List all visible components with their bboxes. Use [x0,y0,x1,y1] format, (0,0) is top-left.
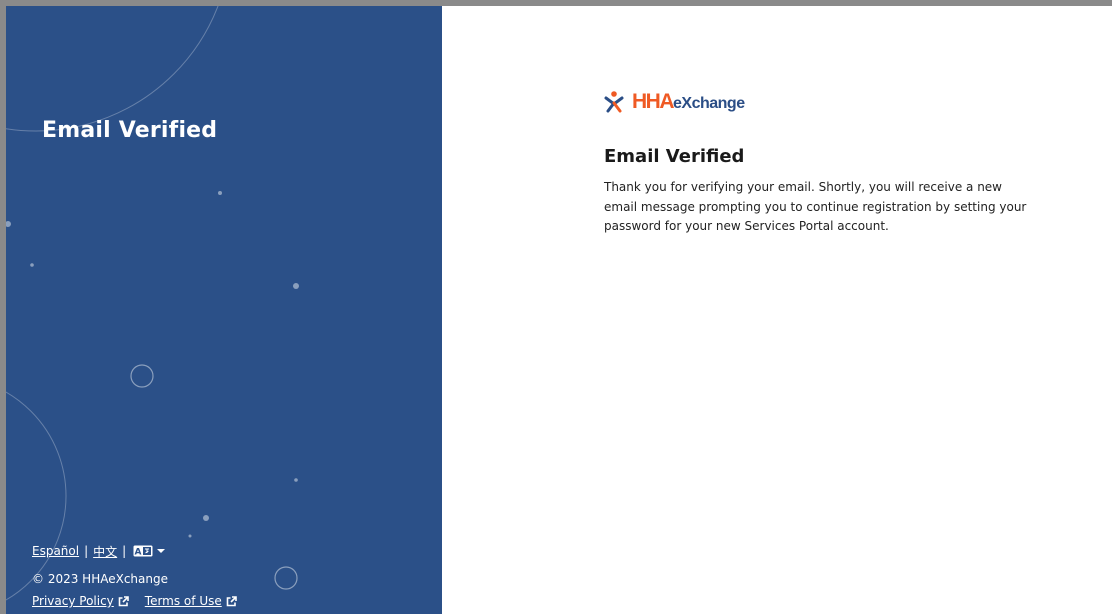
hhaexchange-logo: HHAeXchange [604,90,745,114]
language-separator: | [84,544,89,558]
logo-exchange: eXchange [673,95,745,112]
page-title: Email Verified [604,146,745,167]
external-link-icon [226,595,237,606]
language-selector: Español | 中文 | A [32,542,253,560]
language-separator: | [122,544,127,558]
footer-links: Privacy Policy Terms of Use [32,592,253,610]
left-footer: Español | 中文 | A © 2023 HHAeXchange Priv… [32,542,253,610]
left-page-title: Email Verified [42,118,218,143]
terms-of-use-link[interactable]: Terms of Use [145,594,222,608]
copyright-text: © 2023 HHAeXchange [32,572,168,586]
external-link-icon [118,595,129,606]
translate-icon: A [133,545,153,557]
decorative-background [6,6,299,601]
main-content: HHAeXchange Email Verified Thank you for… [442,6,1112,614]
svg-text:A: A [135,548,142,558]
logo-figure-icon [604,91,624,113]
privacy-policy-link[interactable]: Privacy Policy [32,594,114,608]
logo-hha: HHA [632,90,675,113]
left-panel: Email Verified Español | 中文 | A © 2023 H… [6,6,442,614]
language-link-chinese[interactable]: 中文 [93,543,117,560]
logo-wordmark: HHAeXchange [632,90,745,114]
language-link-spanish[interactable]: Español [32,544,79,558]
verification-message: Thank you for verifying your email. Shor… [604,180,1027,233]
translate-dropdown[interactable]: A [133,545,166,557]
chevron-down-icon [157,549,166,553]
